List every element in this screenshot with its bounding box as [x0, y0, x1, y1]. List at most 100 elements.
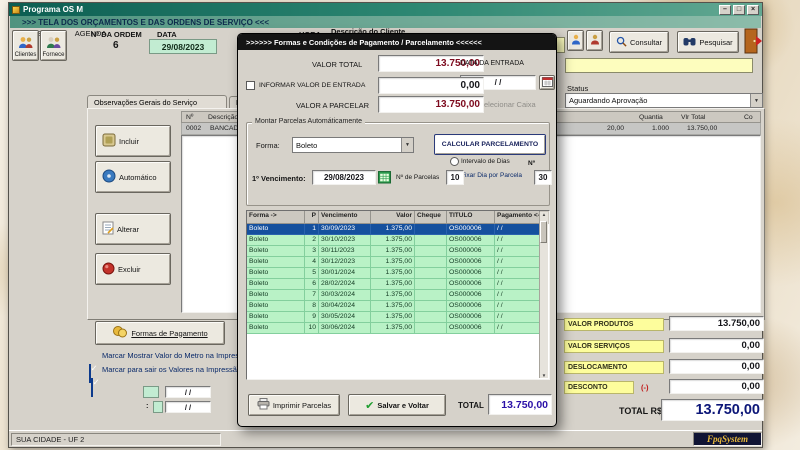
parcelas-grid: Forma -> P Vencimento Valor Cheque TITULO Paga… [246, 210, 550, 380]
parcela-cell: Boleto [247, 301, 305, 312]
statusbar-location: SUA CIDADE - UF 2 [11, 433, 221, 446]
parcela-row[interactable]: Boleto 10 30/06/2024 1.375,00 OS000006/ / [247, 323, 549, 334]
app-title: Programa OS M [23, 5, 84, 14]
maximize-button[interactable]: □ [733, 4, 745, 15]
imprimir-parcelas-button[interactable]: Imprimir Parcelas [248, 394, 340, 416]
magnifier-icon [616, 36, 627, 49]
valor-servicos-label: VALOR SERVIÇOS [564, 340, 664, 353]
status-label: Status [567, 84, 589, 93]
order-number-value: 6 [113, 40, 119, 51]
parcela-row[interactable]: Boleto 4 30/12/2023 1.375,00 OS000006/ / [247, 257, 549, 268]
coins-icon [112, 326, 128, 340]
forma-value: Boleto [296, 140, 318, 150]
intervalo-dias-radio[interactable] [450, 157, 459, 166]
parcela-row[interactable]: Boleto 5 30/01/2024 1.375,00 OS000006/ / [247, 268, 549, 279]
clientes-button[interactable]: Clientes [12, 30, 39, 61]
parcela-cell: 30/05/2024 [319, 312, 371, 323]
tab-observacoes[interactable]: Observações Gerais do Serviço [87, 95, 227, 108]
valor-entrada-value[interactable]: 0,00 [378, 77, 484, 94]
add-key-icon [102, 133, 116, 149]
scroll-up-icon[interactable]: ▲ [542, 212, 546, 217]
data-entrada-calendar-button[interactable] [539, 75, 555, 90]
calendar-icon [541, 76, 553, 89]
footer-green-field-2[interactable] [153, 401, 163, 413]
show-meter-label: Marcar Mostrar Valor do Metro na Impress… [102, 351, 252, 360]
parcela-cell: OS000006 [447, 290, 495, 301]
excluir-button[interactable]: Excluir [95, 253, 171, 285]
supplier-quick-button[interactable] [586, 30, 603, 51]
pesquisar-button[interactable]: Pesquisar [677, 31, 739, 53]
footer-date-2[interactable]: / / [165, 401, 211, 413]
footer-date-1[interactable]: / / [165, 386, 211, 398]
exit-button[interactable] [744, 28, 764, 55]
vencimento-label: 1º Vencimento: [252, 174, 306, 183]
parcela-cell: Boleto [247, 257, 305, 268]
parcela-cell: / / [495, 301, 540, 312]
consultar-label: Consultar [629, 37, 663, 47]
scroll-down-icon[interactable]: ▼ [542, 373, 546, 378]
parcela-row[interactable]: Boleto 6 28/02/2024 1.375,00 OS000006/ / [247, 279, 549, 290]
status-dropdown[interactable]: Aguardando Aprovação ▼ [565, 93, 763, 108]
valor-produtos-value: 13.750,00 [669, 316, 764, 331]
informar-entrada-label: INFORMAR VALOR DE ENTRADA [259, 82, 366, 89]
parcelas-col-header: Pagamento <- [495, 211, 540, 224]
order-date-label: DATA [157, 30, 177, 39]
client-quick-button[interactable] [567, 30, 584, 51]
parcelas-col-header: Cheque [415, 211, 447, 224]
parcela-cell: OS000006 [447, 235, 495, 246]
salvar-voltar-button[interactable]: ✔ Salvar e Voltar [348, 394, 446, 416]
parcela-cell: 28/02/2024 [319, 279, 371, 290]
parcela-cell [415, 257, 447, 268]
selecionar-caixa-label[interactable]: Selecionar Caixa [479, 100, 536, 109]
parcelas-col-header: P [305, 211, 319, 224]
forma-chevron-down-icon[interactable]: ▼ [401, 138, 413, 152]
parcela-cell: / / [495, 268, 540, 279]
vencimento-field[interactable]: 29/08/2023 [312, 170, 376, 185]
items-col-quantia: Quantia [639, 113, 663, 121]
parcela-cell: OS000006 [447, 268, 495, 279]
statusbar: SUA CIDADE - UF 2 FpqSystem [9, 430, 762, 447]
consultar-button[interactable]: Consultar [609, 31, 669, 53]
forma-dropdown[interactable]: Boleto ▼ [292, 137, 414, 153]
alterar-button[interactable]: Alterar [95, 213, 171, 245]
dia-field[interactable]: 30 [534, 170, 552, 185]
show-values-checkbox[interactable] [91, 378, 93, 397]
close-button[interactable]: × [747, 4, 759, 15]
footer-green-field-1[interactable] [143, 386, 159, 398]
titlebar: Programa OS M – □ × [9, 3, 762, 16]
parcela-cell [415, 268, 447, 279]
order-date-value[interactable]: 29/08/2023 [149, 39, 217, 54]
salvar-voltar-label: Salvar e Voltar [377, 400, 429, 410]
vencimento-calendar-icon[interactable] [378, 170, 391, 189]
parcela-cell: OS000006 [447, 323, 495, 334]
parcela-row[interactable]: Boleto 8 30/04/2024 1.375,00 OS000006/ / [247, 301, 549, 312]
parcelas-field[interactable]: 10 [446, 170, 464, 185]
parcela-cell: 2 [305, 235, 319, 246]
parcela-row[interactable]: Boleto 9 30/05/2024 1.375,00 OS000006/ / [247, 312, 549, 323]
deslocamento-value: 0,00 [669, 359, 764, 374]
client-secondary-field[interactable] [565, 58, 753, 73]
item-num: 0002 [186, 125, 202, 132]
automatico-button[interactable]: Automático [95, 161, 171, 193]
parcelas-scrollbar[interactable]: ▲ ▼ [539, 212, 548, 378]
parcela-cell: / / [495, 235, 540, 246]
items-col-descricao: Descrição [208, 113, 239, 121]
parcela-row[interactable]: Boleto 1 30/09/2023 1.375,00 OS000006/ / [247, 224, 549, 235]
parcela-row[interactable]: Boleto 3 30/11/2023 1.375,00 OS000006/ / [247, 246, 549, 257]
parcela-row[interactable]: Boleto 7 30/03/2024 1.375,00 OS000006/ / [247, 290, 549, 301]
minimize-button[interactable]: – [719, 4, 731, 15]
parcela-cell: OS000006 [447, 224, 495, 235]
informar-entrada-checkbox[interactable] [246, 81, 255, 90]
footer-colon: : [146, 401, 149, 410]
incluir-button[interactable]: Incluir [95, 125, 171, 157]
chevron-down-icon[interactable]: ▼ [750, 94, 762, 107]
formas-pagamento-button[interactable]: Formas de Pagamento [95, 321, 225, 345]
scrollbar-thumb[interactable] [540, 221, 547, 243]
fornecedores-button[interactable]: Fornece [40, 30, 67, 61]
calcular-parcelamento-button[interactable]: CALCULAR PARCELAMENTO [434, 134, 546, 155]
parcela-cell: 1.375,00 [371, 246, 415, 257]
parcela-cell: 30/06/2024 [319, 323, 371, 334]
desconto-value: 0,00 [669, 379, 764, 394]
pesquisar-label: Pesquisar [699, 37, 733, 47]
parcela-row[interactable]: Boleto 2 30/10/2023 1.375,00 OS000006/ / [247, 235, 549, 246]
